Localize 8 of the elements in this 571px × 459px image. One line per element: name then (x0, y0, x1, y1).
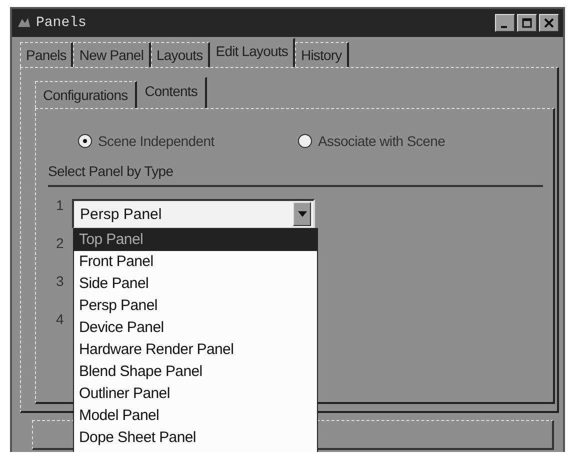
row-number: 2 (56, 235, 65, 251)
row-number: 1 (56, 197, 65, 213)
radio-label: Associate with Scene (318, 133, 446, 149)
row-number: 4 (56, 311, 65, 327)
radio-label: Scene Independent (98, 133, 214, 149)
section-label: Select Panel by Type (48, 163, 174, 179)
row-number: 3 (56, 273, 65, 289)
window-title: Panels (36, 15, 88, 31)
